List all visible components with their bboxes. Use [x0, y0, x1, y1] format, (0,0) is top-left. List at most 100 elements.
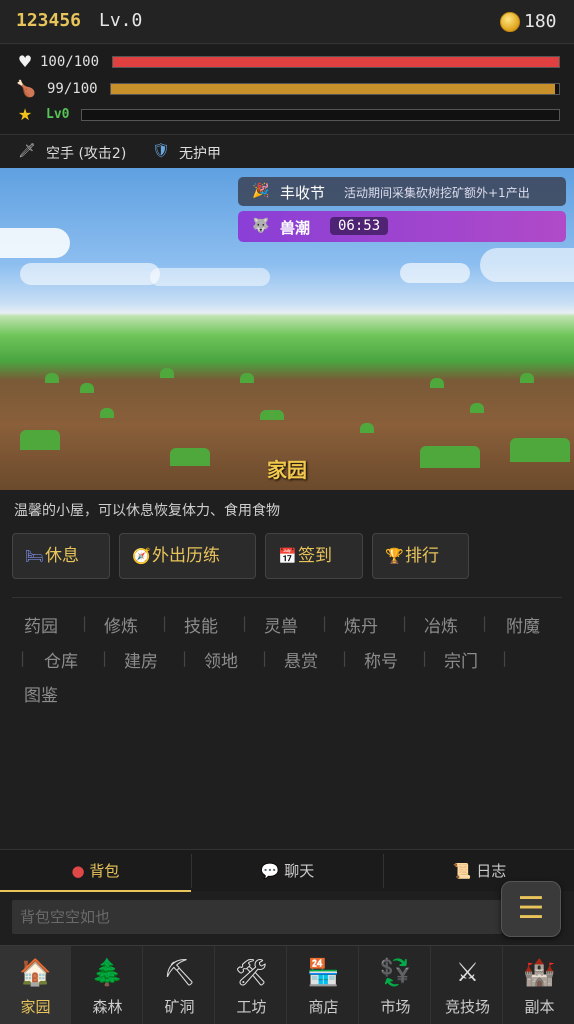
cloud: [20, 263, 160, 285]
top-bar: 123456 Lv.0 180: [0, 0, 574, 44]
sword-icon: 🗡: [18, 143, 36, 159]
house-icon: 🏠: [19, 958, 52, 988]
stats-panel: ♥ 100/100 🍗 99/100 ★ Lv0: [0, 45, 574, 135]
separator: |: [322, 614, 328, 632]
food-row: 🍗 99/100: [0, 78, 574, 100]
separator: |: [422, 649, 428, 667]
event-name: 兽潮: [280, 219, 311, 237]
tab-backpack[interactable]: ● 背包: [0, 850, 191, 892]
heart-icon: ♥: [17, 52, 33, 71]
store-icon: 🏪: [307, 958, 340, 988]
nav-arena[interactable]: ⚔ 竞技场: [432, 946, 503, 1024]
wolf-icon: 🐺: [252, 218, 270, 234]
grass-tuft: [20, 430, 60, 450]
player-id: 123456: [16, 10, 82, 31]
tab-chat[interactable]: 💬 聊天: [192, 850, 383, 892]
harvest-festival-banner[interactable]: 🎉 丰收节 活动期间采集砍树挖矿额外+1产出: [238, 177, 566, 206]
link-sect[interactable]: 宗门: [444, 647, 478, 672]
star-icon: ★: [17, 105, 33, 124]
event-description: 活动期间采集砍树挖矿额外+1产出: [344, 186, 530, 200]
divider: [12, 597, 562, 598]
grass-tuft: [260, 410, 284, 420]
link-build-house[interactable]: 建房: [124, 647, 158, 672]
grass-tuft: [240, 373, 254, 383]
inventory-empty: 背包空空如也: [12, 900, 502, 934]
nav-workshop[interactable]: 🛠 工坊: [216, 946, 287, 1024]
tree-icon: 🌲: [91, 958, 124, 988]
link-codex[interactable]: 图鉴: [24, 681, 58, 706]
link-bounty[interactable]: 悬赏: [284, 647, 318, 672]
food-bar-fill: [111, 84, 555, 94]
coin-icon: [500, 12, 520, 32]
compass-icon: 🧭: [132, 547, 151, 565]
castle-icon: 🏰: [523, 958, 556, 988]
bottom-nav: 🏠 家园 🌲 森林 ⛏ 矿洞 🛠 工坊 🏪 商店 💱 市场 ⚔ 竞技场 🏰 副本: [0, 945, 574, 1024]
menu-button[interactable]: ☰: [501, 881, 561, 937]
panel-tabs: ● 背包 💬 聊天 📜 日志: [0, 849, 574, 892]
link-territory[interactable]: 领地: [204, 647, 238, 672]
link-warehouse[interactable]: 仓库: [44, 647, 78, 672]
link-spirit-beast[interactable]: 灵兽: [264, 612, 298, 637]
checkin-button[interactable]: 📅签到: [265, 533, 363, 579]
tools-icon: 🛠: [234, 958, 268, 988]
armor-label[interactable]: 无护甲: [179, 143, 221, 163]
cloud: [0, 228, 70, 258]
separator: |: [182, 649, 188, 667]
hp-bar: [112, 56, 560, 68]
link-herb-garden[interactable]: 药园: [24, 612, 58, 637]
event-name: 丰收节: [280, 184, 326, 202]
hp-row: ♥ 100/100: [0, 51, 574, 73]
adventure-button[interactable]: 🧭外出历练: [119, 533, 256, 579]
nav-shop[interactable]: 🏪 商店: [288, 946, 359, 1024]
separator: |: [482, 614, 488, 632]
food-bar: [110, 83, 560, 95]
scene-title: 家园: [267, 458, 307, 482]
beast-tide-banner[interactable]: 🐺 兽潮 06:53: [238, 211, 566, 242]
grass-tuft: [100, 408, 114, 418]
separator: |: [162, 614, 168, 632]
chat-icon: 💬: [260, 862, 280, 880]
link-titles[interactable]: 称号: [364, 647, 398, 672]
grass-tuft: [430, 378, 444, 388]
separator: |: [402, 614, 408, 632]
festival-icon: 🎉: [252, 183, 270, 199]
ranking-button[interactable]: 🏆排行: [372, 533, 469, 579]
coin-count: 180: [524, 11, 557, 32]
calendar-icon: 📅: [278, 547, 297, 565]
nav-mine[interactable]: ⛏ 矿洞: [144, 946, 215, 1024]
backpack-icon: ●: [71, 862, 85, 880]
trophy-icon: 🏆: [385, 547, 404, 565]
separator: |: [502, 649, 508, 667]
separator: |: [20, 649, 26, 667]
pickaxe-icon: ⛏: [162, 958, 196, 988]
separator: |: [342, 649, 348, 667]
link-skills[interactable]: 技能: [184, 612, 218, 637]
nav-home[interactable]: 🏠 家园: [0, 946, 71, 1024]
hp-bar-fill: [113, 57, 559, 67]
shield-icon: 🛡: [152, 143, 170, 159]
equipment-row: 🗡 空手 (攻击2) 🛡 无护甲: [0, 136, 574, 168]
rest-button[interactable]: 🛏休息: [12, 533, 110, 579]
link-alchemy[interactable]: 炼丹: [344, 612, 378, 637]
nav-forest[interactable]: 🌲 森林: [72, 946, 143, 1024]
scroll-icon: 📜: [452, 862, 472, 880]
grass-tuft: [80, 383, 94, 393]
exp-bar: [81, 109, 560, 121]
link-smelting[interactable]: 冶炼: [424, 612, 458, 637]
grass-tuft: [160, 368, 174, 378]
hp-text: 100/100: [40, 54, 100, 70]
separator: |: [102, 649, 108, 667]
grass-tuft: [470, 403, 484, 413]
link-enchant[interactable]: 附魔: [506, 612, 540, 637]
player-level: Lv.0: [99, 10, 143, 31]
food-text: 99/100: [47, 81, 98, 97]
exp-text: Lv0: [46, 107, 70, 122]
link-cultivation[interactable]: 修炼: [104, 612, 138, 637]
scene-description: 温馨的小屋，可以休息恢复体力、食用食物: [14, 503, 280, 519]
nav-dungeon[interactable]: 🏰 副本: [504, 946, 574, 1024]
cloud: [150, 268, 270, 286]
nav-market[interactable]: 💱 市场: [360, 946, 431, 1024]
weapon-label[interactable]: 空手 (攻击2): [46, 143, 126, 163]
cloud: [400, 263, 470, 283]
event-timer: 06:53: [330, 217, 389, 235]
